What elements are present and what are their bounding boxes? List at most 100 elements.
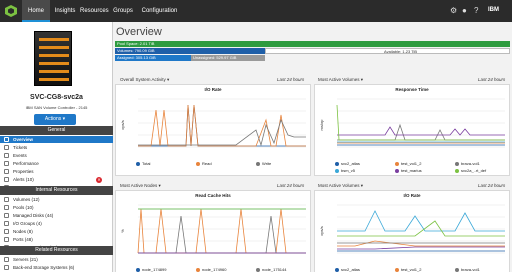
sidebar-item-alerts-10[interactable]: Alerts (10) ✕ (0, 176, 113, 183)
tab-home[interactable]: Home (22, 0, 50, 22)
tab-groups[interactable]: Groups (112, 0, 134, 22)
series-line-2 (138, 118, 306, 147)
panel-selector-label: Most Active Volumes (318, 77, 360, 82)
legend-item[interactable]: node_174960 (196, 267, 226, 272)
legend-item[interactable]: Read (196, 161, 212, 166)
sidebar-item-icon (4, 257, 9, 262)
ibm-logo: IBM (488, 7, 499, 13)
settings-gear-icon[interactable]: ⚙ (450, 6, 457, 16)
tab-resources[interactable]: Resources (80, 0, 109, 22)
sidebar-item-label: Properties (13, 169, 34, 174)
legend-item[interactable]: node_174899 (136, 267, 166, 272)
series-line-4 (337, 126, 505, 136)
legend-label: svc2_atlas (341, 161, 360, 166)
sidebar-item-label: Servers (21) (13, 257, 38, 262)
legend-item[interactable]: test_vol1_2 (395, 267, 421, 272)
assigned-bar[interactable]: Assigned: 305.13 GiB (115, 55, 191, 61)
legend-item[interactable]: svc2_atlas (335, 267, 360, 272)
legend-label: Total (142, 161, 151, 166)
time-range-label[interactable]: Last 24 hours (277, 77, 304, 82)
time-range-label[interactable]: Last 24 hours (478, 77, 505, 82)
legend-dot-icon (256, 161, 260, 166)
chevron-down-icon: ▾ (359, 183, 364, 188)
sidebar-item-i-o-groups-4[interactable]: I/O Groups (4) (0, 220, 113, 227)
legend-label: node_175144 (262, 267, 287, 272)
sidebar-item-nodes-8[interactable]: Nodes (8) (0, 228, 113, 235)
legend-item[interactable]: svc2_atlas (335, 161, 360, 166)
tab-insights[interactable]: Insights (52, 0, 78, 22)
related-resources-section-header: Related Resources (0, 246, 113, 255)
sidebar-item-servers-21[interactable]: Servers (21) (0, 256, 113, 263)
legend-label: test_vol1_2 (401, 267, 422, 272)
sidebar-item-events[interactable]: Events (0, 152, 113, 159)
panel-selector-2[interactable]: Most Active Nodes ▾ (120, 183, 161, 189)
legend-item[interactable]: test_vol1_2 (395, 161, 421, 166)
time-range-label[interactable]: Last 24 hours (478, 183, 505, 188)
legend-item[interactable]: Write (256, 161, 271, 166)
legend-item[interactable]: Total (136, 161, 150, 166)
actions-button[interactable]: Actions ▾ (34, 114, 76, 125)
unassigned-bar[interactable]: Unassigned: 529.97 GiB (191, 55, 265, 61)
sidebar-item-tickets[interactable]: Tickets (0, 144, 113, 151)
legend-dot-icon (395, 267, 399, 272)
user-icon[interactable]: ● (462, 6, 467, 16)
sidebar-item-label: Tickets (13, 145, 28, 150)
legend-item[interactable]: bsm_v5 (335, 168, 355, 173)
sidebar-item-label: Volumes (12) (13, 197, 40, 202)
storage-insights-logo-icon (5, 5, 17, 17)
sidebar-item-ports-48[interactable]: Ports (48) (0, 236, 113, 243)
pool-space-bar[interactable]: Pool Space: 2.01 TiB (115, 41, 510, 47)
panel-selector-0[interactable]: Overall System Activity ▾ (120, 77, 169, 83)
chevron-down-icon: ▾ (165, 77, 170, 82)
sidebar-item-pools-10[interactable]: Pools (10) (0, 204, 113, 211)
chart-panel: I/O Rate ops/s svc2_atlas test_vol1_2 brava-… (314, 190, 510, 272)
sidebar-item-label: Ports (48) (13, 237, 33, 242)
sidebar-item-label: Events (13, 153, 27, 158)
line-chart: % (120, 204, 306, 254)
sidebar-item-label: I/O Groups (4) (13, 221, 42, 226)
sidebar-item-icon (4, 177, 9, 182)
chevron-down-icon: ▾ (359, 77, 364, 82)
sidebar-item-label: Performance (13, 161, 39, 166)
y-axis-label: ms/op (319, 119, 324, 131)
y-axis-label: % (120, 229, 125, 233)
sidebar-item-label: Alerts (10) (13, 177, 34, 182)
sidebar-item-label: Overview (13, 137, 34, 142)
legend-dot-icon (196, 267, 200, 272)
legend-item[interactable]: brava-vol1 (455, 161, 480, 166)
tab-configuration[interactable]: Configuration (141, 0, 178, 22)
legend-dot-icon (136, 267, 140, 272)
sidebar-item-back-end-storage-systems-6[interactable]: Back-end Storage Systems (6) (0, 264, 113, 271)
legend-item[interactable]: svc2a_..rt_def (455, 168, 486, 173)
legend-item[interactable]: brava-vol1 (455, 267, 480, 272)
sidebar-item-properties[interactable]: Properties (0, 168, 113, 175)
chart-panel: I/O Rate ops/s Total Read Write (115, 84, 311, 176)
legend-label: Write (262, 161, 272, 166)
y-axis-label: ops/s (319, 226, 324, 236)
top-navigation-bar: Home Insights Resources Groups Configura… (0, 0, 512, 22)
panel-selector-3[interactable]: Most Active Volumes ▾ (318, 183, 363, 189)
legend-item[interactable]: test_marius (395, 168, 422, 173)
time-range-label[interactable]: Last 24 hours (277, 183, 304, 188)
sidebar-item-managed-disks-44[interactable]: Managed Disks (44) (0, 212, 113, 219)
general-section-header: General (0, 126, 113, 135)
panel-selector-1[interactable]: Most Active Volumes ▾ (318, 77, 363, 83)
series-line-5 (337, 220, 505, 237)
sidebar-item-performance[interactable]: Performance (0, 160, 113, 167)
legend-item[interactable]: node_175144 (256, 267, 286, 272)
sidebar: SVC-CG8-svc2a IBM SAN Volume Controller … (0, 22, 113, 272)
legend-dot-icon (196, 161, 200, 166)
sidebar-item-overview[interactable]: Overview (0, 136, 113, 143)
legend-label: node_174899 (142, 267, 167, 272)
panel-selector-label: Most Active Volumes (318, 183, 360, 188)
help-icon[interactable]: ? (474, 6, 478, 16)
line-chart: ops/s (319, 204, 505, 254)
legend-dot-icon (335, 267, 339, 272)
sidebar-item-volumes-12[interactable]: Volumes (12) (0, 196, 113, 203)
available-bar[interactable]: Available: 1.23 TiB (265, 48, 510, 54)
panel-selector-label: Overall System Activity (120, 77, 166, 82)
legend-label: test_vol1_2 (401, 161, 422, 166)
panel-selector-label: Most Active Nodes (120, 183, 158, 188)
system-description: IBM SAN Volume Controller - 2145 (25, 105, 88, 110)
volumes-bar[interactable]: Volumes: 790.09 GiB (115, 48, 265, 54)
